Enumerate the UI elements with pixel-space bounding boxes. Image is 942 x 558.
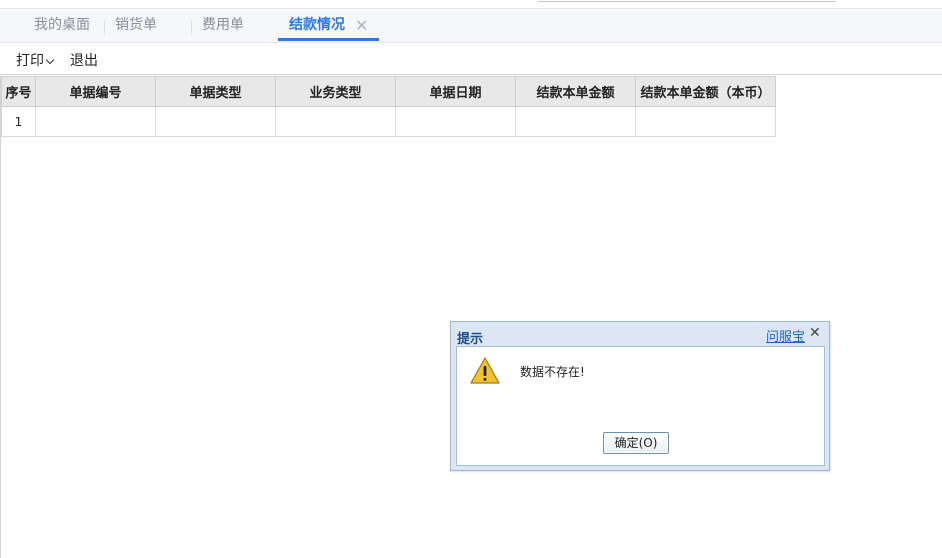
tab-my-desktop[interactable]: 我的桌面 <box>34 9 90 42</box>
column-header[interactable]: 序号 <box>1 76 36 107</box>
column-header[interactable]: 单据日期 <box>395 76 516 107</box>
close-icon[interactable]: ✕ <box>355 9 368 42</box>
tab-settlement-status-label: 结款情况 <box>289 17 345 33</box>
table-cell[interactable] <box>35 106 156 137</box>
table-row[interactable]: 1 <box>1 106 776 137</box>
close-icon[interactable]: ✕ <box>809 325 821 341</box>
table-cell-index[interactable]: 1 <box>1 106 36 137</box>
column-header[interactable]: 单据编号 <box>35 76 156 107</box>
dialog-message: 数据不存在! <box>520 365 585 379</box>
alert-dialog: 提示 问服宝 ✕ 数据不存在! 确定(O) <box>450 321 830 471</box>
column-header[interactable]: 结款本单金额（本币） <box>635 76 776 107</box>
settlement-table: 序号 单据编号 单据类型 业务类型 单据日期 结款本单金额 结款本单金额（本币）… <box>1 76 776 137</box>
tab-divider <box>191 19 192 35</box>
dialog-body: 数据不存在! 确定(O) <box>456 346 825 466</box>
warning-icon <box>470 357 500 384</box>
table-cell[interactable] <box>635 106 776 137</box>
tab-expense-order[interactable]: 费用单 <box>202 9 244 42</box>
ok-button[interactable]: 确定(O) <box>603 432 669 454</box>
tab-sales-order[interactable]: 销货单 <box>115 9 157 42</box>
table-cell[interactable] <box>515 106 636 137</box>
exit-button[interactable]: 退出 <box>70 50 98 70</box>
print-button[interactable]: 打印 <box>16 50 55 70</box>
column-header[interactable]: 结款本单金额 <box>515 76 636 107</box>
table-cell[interactable] <box>155 106 276 137</box>
top-search-edge <box>538 0 836 2</box>
table-cell[interactable] <box>395 106 516 137</box>
dialog-title: 提示 <box>457 332 484 347</box>
table-cell[interactable] <box>275 106 396 137</box>
column-header[interactable]: 单据类型 <box>155 76 276 107</box>
column-header[interactable]: 业务类型 <box>275 76 396 107</box>
help-link[interactable]: 问服宝 <box>766 326 805 345</box>
chevron-down-icon <box>45 55 55 65</box>
tab-divider <box>104 19 105 35</box>
tab-bar: 我的桌面 销货单 费用单 结款情况 ✕ <box>0 8 942 43</box>
toolbar: 打印 退出 <box>0 42 942 75</box>
table-header-row: 序号 单据编号 单据类型 业务类型 单据日期 结款本单金额 结款本单金额（本币） <box>1 76 776 107</box>
content-left-border <box>0 76 1 558</box>
print-button-label: 打印 <box>16 53 44 69</box>
tab-settlement-status[interactable]: 结款情况 <box>278 9 379 42</box>
